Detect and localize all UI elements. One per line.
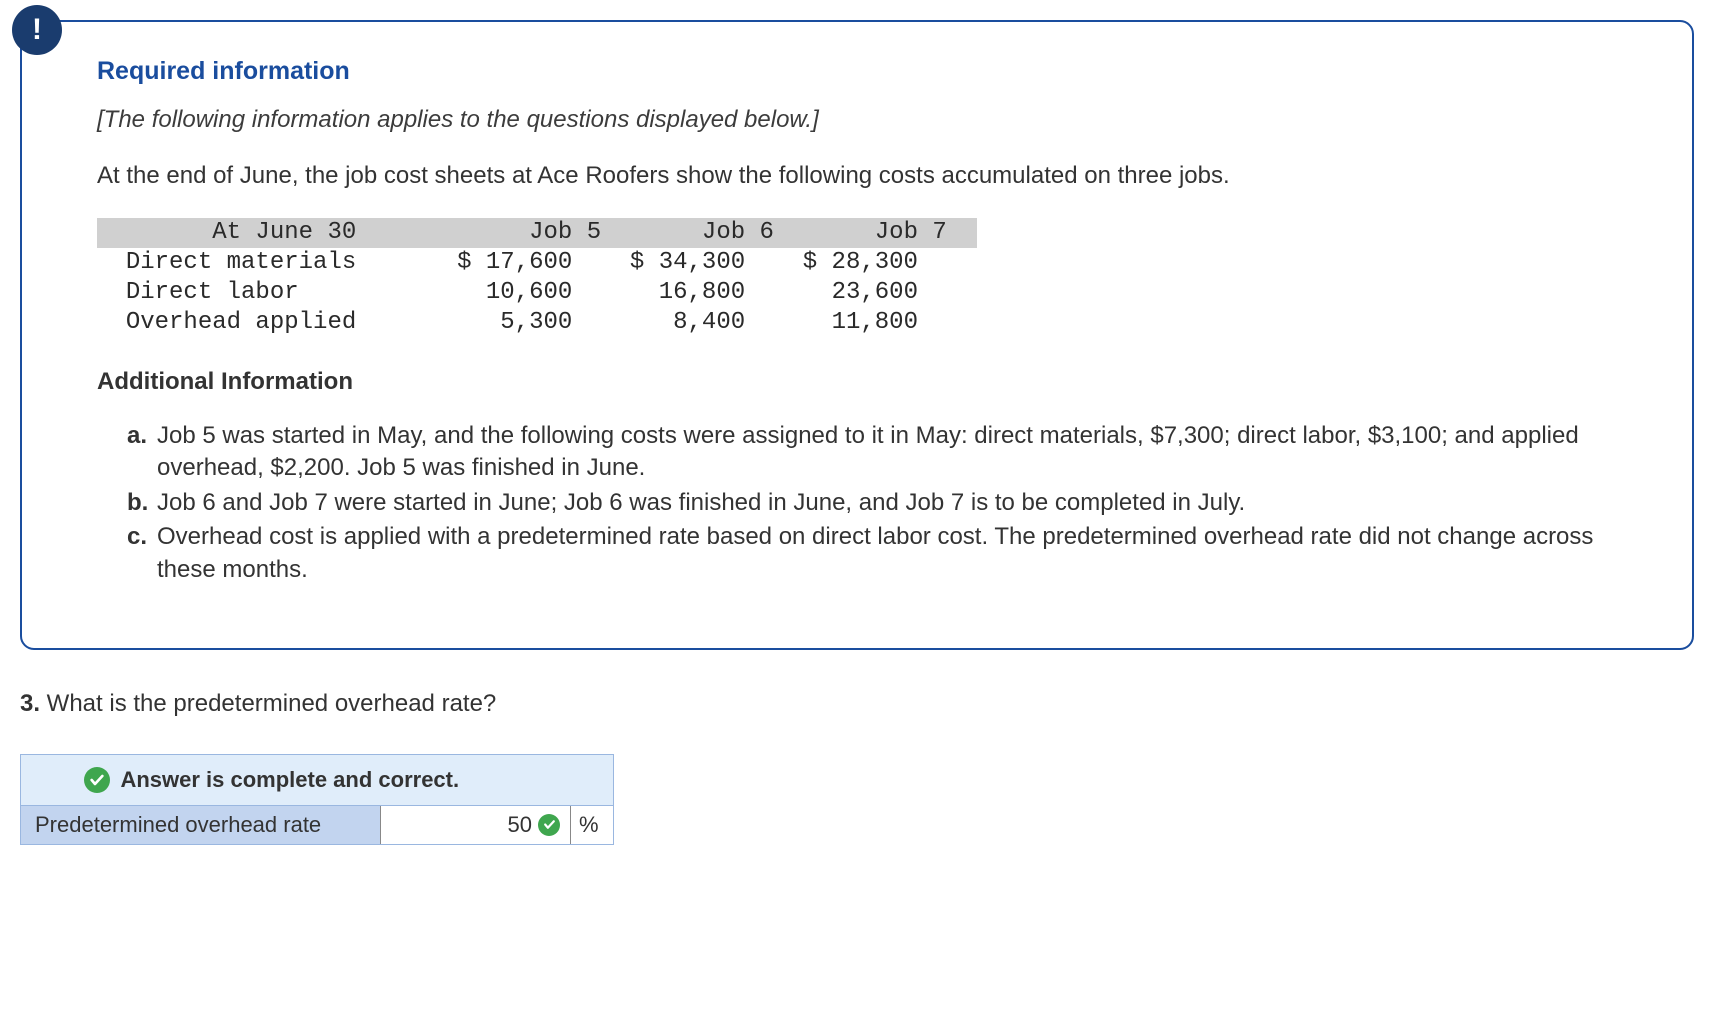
col2: Job 6 [702, 219, 774, 246]
cell: 5,300 [500, 309, 572, 336]
list-text: Overhead cost is applied with a predeter… [157, 523, 1593, 582]
row-label: Overhead applied [126, 309, 356, 336]
cell: $ 28,300 [803, 249, 918, 276]
check-icon [538, 814, 560, 836]
list-text: Job 5 was started in May, and the follow… [157, 422, 1579, 481]
cell: 11,800 [832, 309, 918, 336]
cell: 8,400 [673, 309, 745, 336]
cell: $ 34,300 [630, 249, 745, 276]
header-date: At June 30 [212, 219, 356, 246]
cell: 16,800 [659, 279, 745, 306]
col1: Job 5 [529, 219, 601, 246]
info-list: a. Job 5 was started in May, and the fol… [97, 420, 1617, 586]
check-icon [84, 767, 110, 793]
answer-value: 50 [508, 812, 532, 838]
answer-header-text: Answer is complete and correct. [120, 767, 459, 793]
required-title: Required information [97, 57, 1617, 86]
question-number: 3. [20, 690, 40, 717]
question-text: 3. What is the predetermined overhead ra… [20, 690, 1694, 718]
cell: 10,600 [486, 279, 572, 306]
info-badge-icon: ! [12, 5, 62, 55]
subtitle: [The following information applies to th… [97, 106, 1617, 134]
list-item: a. Job 5 was started in May, and the fol… [127, 420, 1617, 485]
answer-unit: % [571, 806, 613, 844]
additional-info-title: Additional Information [97, 368, 1617, 396]
list-item: c. Overhead cost is applied with a prede… [127, 521, 1617, 586]
list-text: Job 6 and Job 7 were started in June; Jo… [157, 489, 1245, 516]
answer-box: Answer is complete and correct. Predeter… [20, 754, 614, 845]
question-body: What is the predetermined overhead rate? [40, 690, 496, 717]
required-information-panel: Required information [The following info… [20, 20, 1694, 650]
answer-label: Predetermined overhead rate [21, 806, 381, 844]
intro-text: At the end of June, the job cost sheets … [97, 162, 1617, 190]
list-marker: c. [127, 521, 147, 553]
row-label: Direct materials [126, 249, 356, 276]
list-marker: a. [127, 420, 147, 452]
cell: $ 17,600 [457, 249, 572, 276]
table-header-row: At June 30 Job 5 Job 6 Job 7 [97, 218, 977, 248]
list-marker: b. [127, 487, 148, 519]
row-label: Direct labor [126, 279, 299, 306]
answer-value-cell[interactable]: 50 [381, 806, 571, 844]
costs-table: At June 30 Job 5 Job 6 Job 7 Direct mate… [97, 218, 1617, 338]
col3: Job 7 [875, 219, 947, 246]
answer-row: Predetermined overhead rate 50 % [21, 806, 613, 844]
cell: 23,600 [832, 279, 918, 306]
badge-symbol: ! [32, 13, 42, 47]
list-item: b. Job 6 and Job 7 were started in June;… [127, 487, 1617, 519]
answer-header: Answer is complete and correct. [21, 755, 613, 806]
